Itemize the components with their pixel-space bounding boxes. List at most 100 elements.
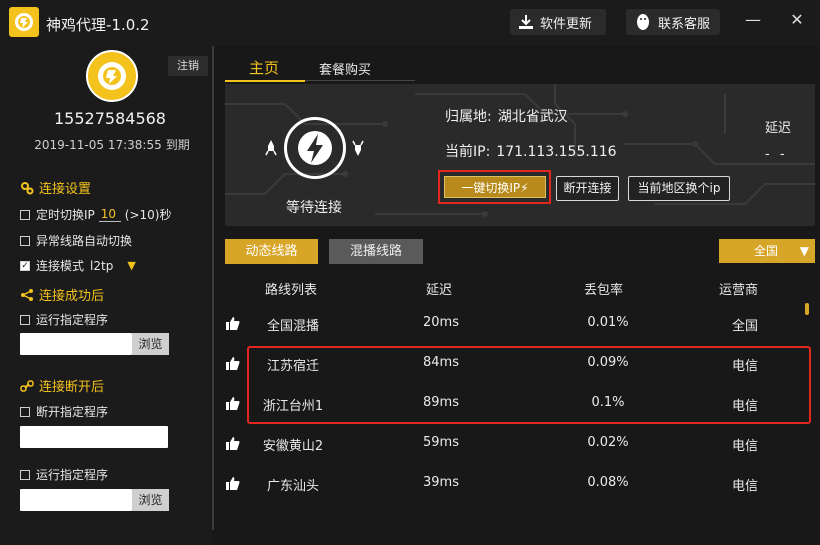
column-header-loss: 丢包率 xyxy=(584,283,624,298)
after-disconnect-label: 连接断开后 xyxy=(39,380,105,395)
status-panel: 等待连接 归属地: 湖北省武汉 当前IP: 171.113.155.116 延迟 -… xyxy=(225,84,815,226)
gears-icon xyxy=(21,181,34,194)
tab-rule xyxy=(305,80,415,81)
connection-status-icon[interactable] xyxy=(284,117,346,179)
timed-switch-hint: (>10)秒 xyxy=(124,208,172,222)
expire-suffix: 到期 xyxy=(165,138,190,152)
after-connect-label: 连接成功后 xyxy=(39,289,105,304)
after-connect-run-checkbox[interactable] xyxy=(20,314,30,325)
app-logo-icon xyxy=(9,7,39,37)
route-cell-name[interactable]: 安徽黄山2 xyxy=(243,435,343,454)
thumbs-up-icon xyxy=(226,437,240,450)
timed-switch-seconds-input[interactable]: 10 xyxy=(98,207,121,222)
route-list-scrollbar[interactable] xyxy=(805,303,809,315)
bolt-icon: ⚡ xyxy=(520,181,529,195)
after-disconnect-kill-input[interactable] xyxy=(20,426,168,448)
thumbs-up-icon xyxy=(226,357,240,370)
ip-label: 当前IP: xyxy=(445,144,491,160)
location-label: 归属地: xyxy=(445,109,492,125)
column-header-route: 路线列表 xyxy=(265,283,318,298)
rocket-left-icon xyxy=(265,140,277,160)
route-cell-delay: 59ms xyxy=(423,435,459,450)
connect-settings-label: 连接设置 xyxy=(39,182,92,197)
tab-active-indicator xyxy=(225,80,305,82)
rocket-right-icon xyxy=(352,140,364,160)
disconnect-button[interactable]: 断开连接 xyxy=(556,176,619,201)
column-header-delay: 延迟 xyxy=(426,283,453,298)
one-click-switch-ip-button[interactable]: 一键切换IP⚡ xyxy=(444,176,546,198)
mode-dropdown-icon[interactable]: ▼ xyxy=(127,259,135,272)
route-cell-name[interactable]: 广东汕头 xyxy=(243,475,343,494)
route-cell-isp: 电信 xyxy=(731,439,758,454)
logout-button[interactable]: 注销 xyxy=(168,56,208,76)
route-cell-loss: 0.02% xyxy=(587,435,629,450)
switch-ip-label: 一键切换IP xyxy=(461,181,521,195)
link-icon xyxy=(20,379,34,392)
tab-mixed-routes[interactable]: 混播线路 xyxy=(329,239,423,264)
ip-line: 当前IP: 171.113.155.116 xyxy=(445,141,617,161)
avatar xyxy=(86,50,138,102)
delay-label: 延迟 xyxy=(765,121,792,136)
tab-home[interactable]: 主页 xyxy=(249,57,279,78)
timed-switch-option: 定时切换IP 10 (>10)秒 xyxy=(20,206,171,223)
route-list-clip xyxy=(214,512,820,545)
thumbs-up-icon xyxy=(226,477,240,490)
contact-support-button[interactable]: 联系客服 xyxy=(626,9,720,35)
auto-switch-label: 异常线路自动切换 xyxy=(36,234,133,248)
connect-mode-label: 连接模式 xyxy=(36,259,85,273)
close-button[interactable]: ✕ xyxy=(782,8,812,32)
after-disconnect-run-checkbox[interactable] xyxy=(20,469,30,480)
after-connect-browse-button[interactable]: 浏览 xyxy=(132,333,169,355)
expire-info: 2019-11-05 17:38:55 到期 xyxy=(0,136,220,153)
switch-region-ip-button[interactable]: 当前地区换个ip xyxy=(628,176,730,201)
after-disconnect-kill-option: 断开指定程序 xyxy=(20,403,108,420)
software-update-button[interactable]: 软件更新 xyxy=(510,9,606,35)
after-disconnect-heading: 连接断开后 xyxy=(20,376,104,395)
tab-dynamic-routes[interactable]: 动态线路 xyxy=(225,239,318,264)
connect-mode-checkbox[interactable]: ✓ xyxy=(20,260,30,271)
route-cell-name[interactable]: 全国混播 xyxy=(243,315,343,334)
after-connect-run-label: 运行指定程序 xyxy=(36,313,109,327)
routes-highlight xyxy=(247,346,811,424)
expire-date: 2019-11-05 17:38:55 xyxy=(34,138,162,152)
route-cell-isp: 电信 xyxy=(731,479,758,494)
route-cell-loss: 0.01% xyxy=(587,315,629,330)
after-disconnect-program-input[interactable] xyxy=(20,489,132,511)
connect-settings-heading: 连接设置 xyxy=(20,178,91,197)
ip-value: 171.113.155.116 xyxy=(496,144,617,160)
after-disconnect-browse-button[interactable]: 浏览 xyxy=(132,489,169,511)
connect-mode-option: ✓ 连接模式 l2tp ▼ xyxy=(20,257,136,274)
region-select-value: 全国 xyxy=(754,244,779,258)
after-disconnect-kill-checkbox[interactable] xyxy=(20,406,30,417)
thumbs-up-icon xyxy=(226,317,240,330)
user-phone: 15527584568 xyxy=(54,109,166,128)
route-cell-loss: 0.08% xyxy=(587,475,629,490)
download-icon xyxy=(519,15,533,29)
after-disconnect-kill-label: 断开指定程序 xyxy=(36,405,109,419)
title-bar: 神鸡代理-1.0.2 软件更新 联系客服 — ✕ xyxy=(0,0,820,46)
timed-switch-label: 定时切换IP xyxy=(36,208,95,222)
chevron-down-icon: ▼ xyxy=(799,244,809,258)
app-title: 神鸡代理-1.0.2 xyxy=(46,16,150,34)
share-icon xyxy=(21,288,33,301)
region-select[interactable]: 全国 ▼ xyxy=(719,239,815,263)
route-cell-isp: 全国 xyxy=(731,319,758,334)
contact-support-label: 联系客服 xyxy=(658,16,711,32)
timed-switch-checkbox[interactable] xyxy=(20,209,30,220)
minimize-button[interactable]: — xyxy=(738,8,768,32)
qq-penguin-icon xyxy=(637,14,649,30)
software-update-label: 软件更新 xyxy=(540,16,593,32)
route-cell-delay: 39ms xyxy=(423,475,459,490)
location-value: 湖北省武汉 xyxy=(497,109,568,125)
location-line: 归属地: 湖北省武汉 xyxy=(445,106,568,126)
connect-mode-value[interactable]: l2tp xyxy=(90,259,113,273)
after-connect-heading: 连接成功后 xyxy=(20,285,104,304)
after-connect-program-input[interactable] xyxy=(20,333,132,355)
after-disconnect-run-label: 运行指定程序 xyxy=(36,468,109,482)
route-cell-delay: 20ms xyxy=(423,315,459,330)
column-header-isp: 运营商 xyxy=(719,283,759,298)
connection-status-text: 等待连接 xyxy=(286,200,342,216)
tab-buy-plan[interactable]: 套餐购买 xyxy=(319,59,371,78)
after-connect-run-option: 运行指定程序 xyxy=(20,311,108,328)
auto-switch-checkbox[interactable] xyxy=(20,235,30,246)
